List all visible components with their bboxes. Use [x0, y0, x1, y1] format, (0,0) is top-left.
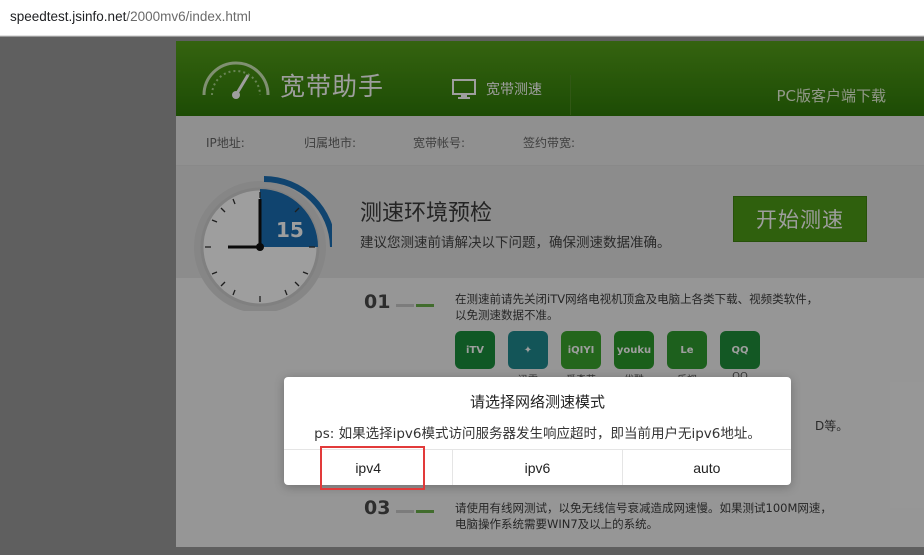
- dialog-note: ps: 如果选择ipv6模式访问服务器发生响应超时，即当前用户无ipv6地址。: [314, 426, 761, 442]
- dialog-title: 请选择网络测速模式: [469, 393, 605, 411]
- url-path: /2000mv6/index.html: [126, 9, 251, 24]
- browser-url-bar[interactable]: speedtest.jsinfo.net/2000mv6/index.html: [0, 0, 924, 36]
- auto-option-button[interactable]: auto: [623, 450, 791, 485]
- ipv6-option-button[interactable]: ipv6: [453, 450, 623, 485]
- url-text[interactable]: speedtest.jsinfo.net/2000mv6/index.html: [10, 9, 251, 24]
- speedtest-mode-dialog: 请选择网络测速模式 ps: 如果选择ipv6模式访问服务器发生响应超时，即当前用…: [284, 377, 791, 485]
- mode-options: ipv4 ipv6 auto: [284, 449, 791, 485]
- ipv4-option-button[interactable]: ipv4: [284, 450, 454, 485]
- url-host: speedtest.jsinfo.net: [10, 9, 127, 24]
